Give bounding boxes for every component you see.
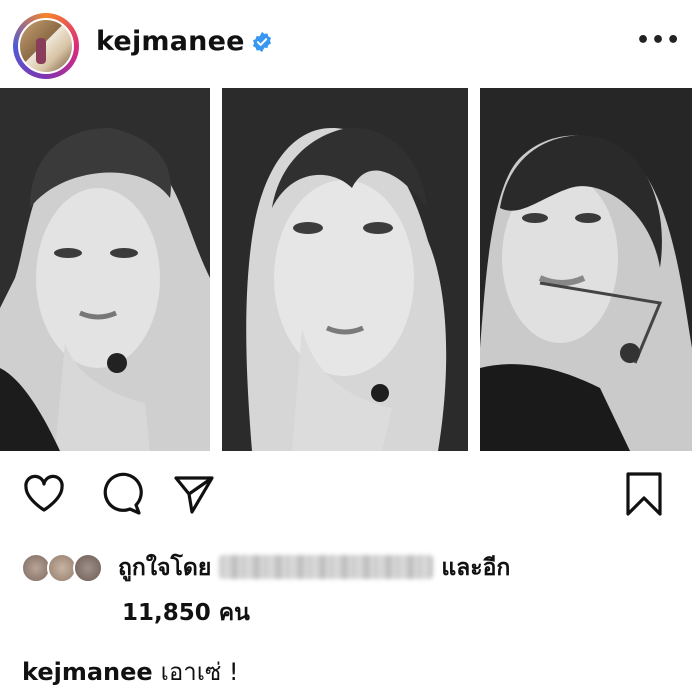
liked-by-text: ถูกใจโดย และอีก [118, 550, 510, 586]
verified-badge-icon [253, 31, 271, 53]
profile-avatar[interactable] [18, 18, 74, 74]
post-caption: kejmanee เอาเซ่ ! [22, 652, 239, 691]
post-username[interactable]: kejmanee [96, 26, 245, 57]
post-header: kejmanee ••• [0, 0, 692, 86]
likes-count[interactable]: 11,850 คน [122, 595, 250, 631]
action-bar [0, 470, 692, 526]
heart-icon[interactable] [20, 470, 68, 518]
liked-by-avatars[interactable] [21, 553, 109, 583]
comment-icon[interactable] [96, 470, 144, 518]
portrait-photo-3 [480, 88, 692, 451]
liked-by-suffix: และอีก [441, 555, 511, 581]
send-icon[interactable] [170, 470, 218, 518]
more-options-icon[interactable]: ••• [636, 30, 680, 52]
portrait-photo-2 [222, 88, 468, 451]
blurred-username[interactable] [219, 555, 434, 579]
post-image[interactable] [0, 88, 692, 451]
caption-text: เอาเซ่ ! [160, 658, 239, 686]
bookmark-icon[interactable] [620, 470, 668, 518]
liked-by-prefix: ถูกใจโดย [118, 555, 212, 581]
caption-username[interactable]: kejmanee [22, 658, 153, 686]
portrait-photo-1 [0, 88, 210, 451]
